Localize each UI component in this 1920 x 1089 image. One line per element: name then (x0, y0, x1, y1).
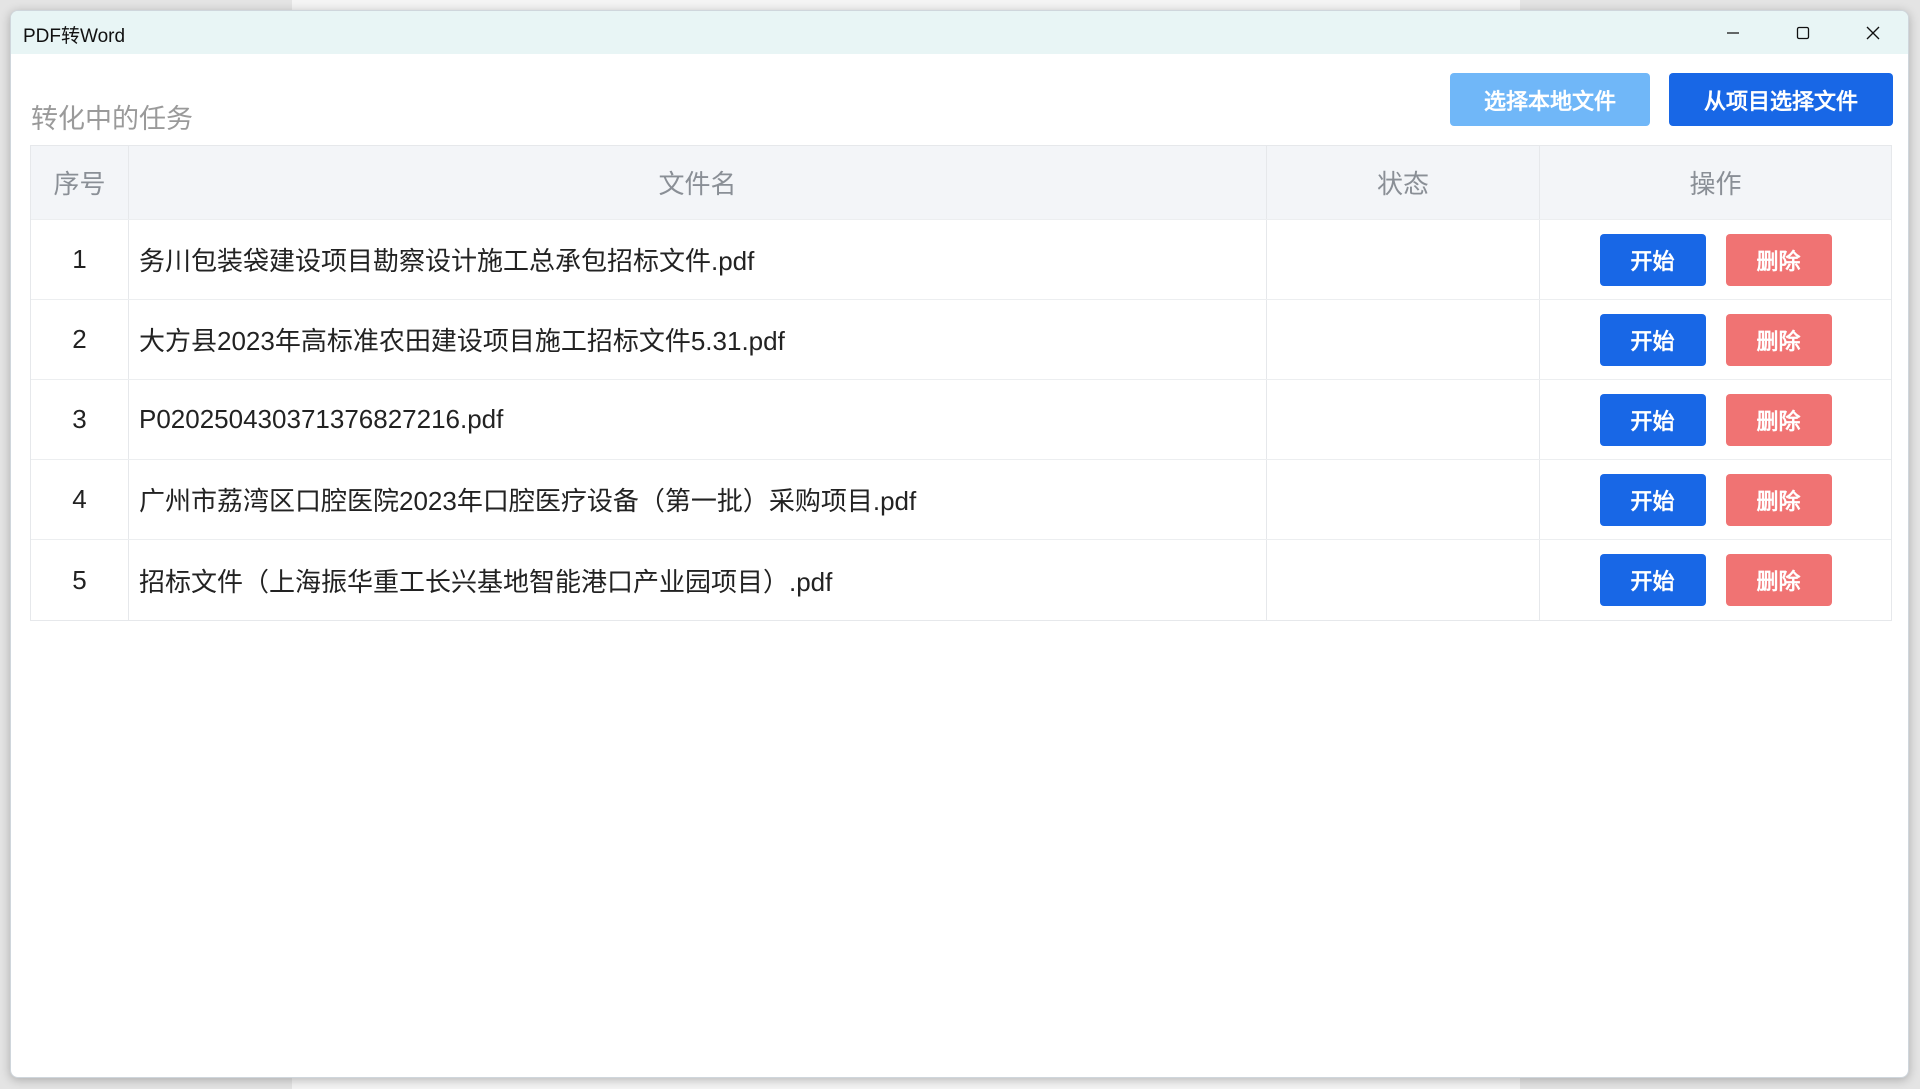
start-button[interactable]: 开始 (1599, 473, 1706, 526)
window-title: PDF转Word (23, 26, 126, 47)
start-button[interactable]: 开始 (1599, 393, 1706, 446)
row-filename: 广州市荔湾区口腔医院2023年口腔医疗设备（第一批）采购项目.pdf (129, 460, 1267, 539)
app-window: PDF转Word 转化中的任务 选择本地文件 从项目选择文件 序号 文件名 状态… (10, 10, 1909, 1078)
table-row: 2 大方县2023年高标准农田建设项目施工招标文件5.31.pdf 开始 删除 (31, 300, 1891, 380)
row-operations: 开始 删除 (1540, 300, 1891, 379)
row-filename: 招标文件（上海振华重工长兴基地智能港口产业园项目）.pdf (129, 540, 1267, 620)
start-button[interactable]: 开始 (1599, 313, 1706, 366)
column-header-operations: 操作 (1689, 169, 1742, 199)
row-status (1267, 380, 1540, 459)
column-header-status: 状态 (1267, 146, 1540, 219)
row-status (1267, 460, 1540, 539)
delete-button[interactable]: 删除 (1725, 473, 1832, 526)
minimize-icon (1727, 31, 1739, 34)
maximize-icon (1796, 26, 1810, 39)
row-index: 1 (31, 220, 129, 299)
row-status (1267, 220, 1540, 299)
table-row: 4 广州市荔湾区口腔医院2023年口腔医疗设备（第一批）采购项目.pdf 开始 … (31, 460, 1891, 540)
start-button[interactable]: 开始 (1599, 554, 1706, 606)
row-index: 4 (31, 460, 129, 539)
table-row: 1 务川包装袋建设项目勘察设计施工总承包招标文件.pdf 开始 删除 (31, 220, 1891, 300)
column-header-index: 序号 (31, 146, 129, 219)
row-filename: P020250430371376827216.pdf (129, 380, 1267, 459)
row-operations: 开始 删除 (1540, 380, 1891, 459)
row-operations: 开始 删除 (1540, 540, 1891, 620)
row-index: 5 (31, 540, 129, 620)
close-button[interactable] (1838, 11, 1908, 54)
maximize-button[interactable] (1768, 11, 1838, 54)
select-local-file-button[interactable]: 选择本地文件 (1450, 73, 1650, 126)
start-button[interactable]: 开始 (1599, 233, 1706, 286)
minimize-button[interactable] (1698, 11, 1768, 54)
table-header: 序号 文件名 状态 操作 (31, 146, 1891, 220)
select-project-file-button[interactable]: 从项目选择文件 (1669, 73, 1893, 126)
section-title: 转化中的任务 (31, 104, 193, 135)
row-operations: 开始 删除 (1540, 460, 1891, 539)
row-filename: 务川包装袋建设项目勘察设计施工总承包招标文件.pdf (129, 220, 1267, 299)
delete-button[interactable]: 删除 (1725, 233, 1832, 286)
delete-button[interactable]: 删除 (1725, 313, 1832, 366)
row-status (1267, 540, 1540, 620)
table-row: 5 招标文件（上海振华重工长兴基地智能港口产业园项目）.pdf 开始 删除 (31, 540, 1891, 620)
row-status (1267, 300, 1540, 379)
row-index: 3 (31, 380, 129, 459)
delete-button[interactable]: 删除 (1725, 393, 1832, 446)
task-table: 序号 文件名 状态 操作 1 务川包装袋建设项目勘察设计施工总承包招标文件.pd… (30, 145, 1892, 621)
close-icon (1866, 26, 1880, 39)
title-bar[interactable]: PDF转Word (11, 11, 1908, 54)
row-index: 2 (31, 300, 129, 379)
row-operations: 开始 删除 (1540, 220, 1891, 299)
column-header-filename: 文件名 (129, 146, 1267, 219)
delete-button[interactable]: 删除 (1725, 554, 1832, 606)
table-row: 3 P020250430371376827216.pdf 开始 删除 (31, 380, 1891, 460)
row-filename: 大方县2023年高标准农田建设项目施工招标文件5.31.pdf (129, 300, 1267, 379)
